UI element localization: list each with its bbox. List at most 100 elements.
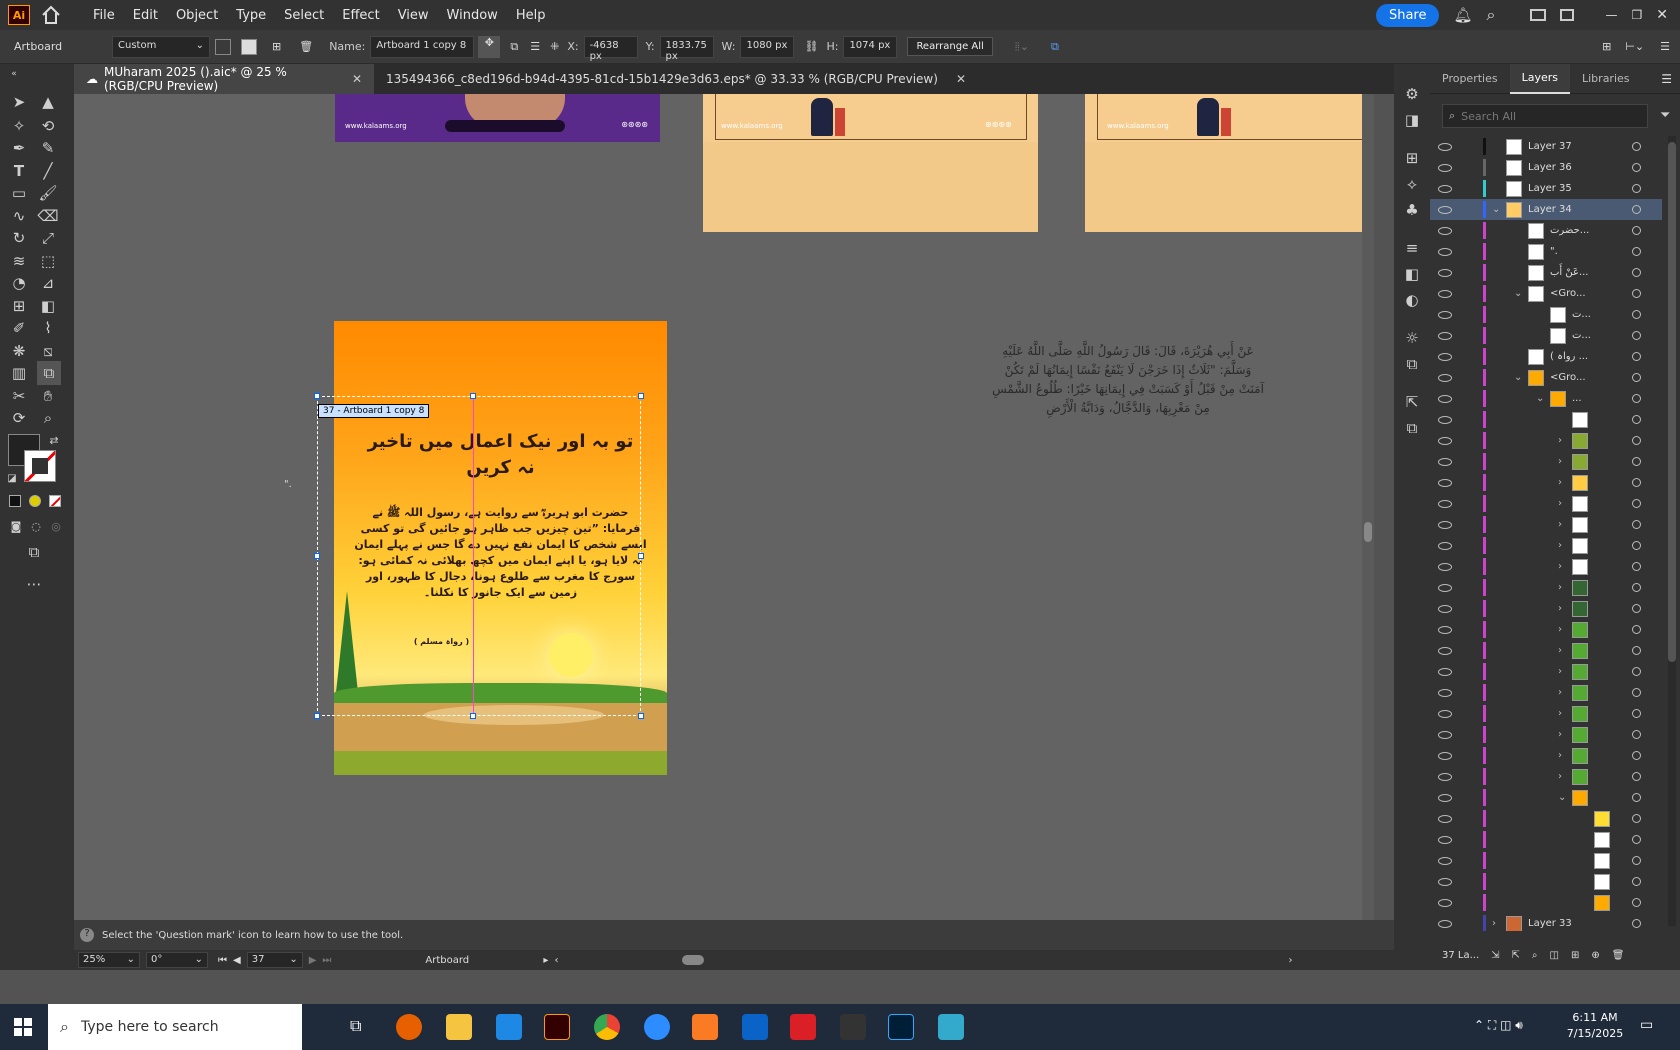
transparency-panel-icon[interactable]: ◐ [1402,290,1422,310]
vertical-scrollbar[interactable] [1362,94,1374,970]
link-icon[interactable]: ⛓ [804,40,818,53]
layer-row[interactable]: › [1430,535,1662,556]
direct-selection-tool-icon[interactable]: ▲ [38,92,58,112]
minimize-icon[interactable]: — [1606,8,1618,22]
clock[interactable]: 6:11 AM 7/15/2025 [1560,1010,1630,1042]
blend-icon[interactable]: ⌇ [38,318,58,338]
chevron-right-icon[interactable]: › [1558,603,1562,614]
next-artboard-icon[interactable]: ▶ [309,955,317,966]
chevron-right-icon[interactable]: › [1558,519,1562,530]
layer-row[interactable]: ⌄ Layer 34 [1430,199,1662,220]
handle-ml[interactable] [314,553,320,559]
chevron-right-icon[interactable]: › [1558,456,1562,467]
xampp-icon[interactable] [692,1014,718,1040]
stray-text[interactable]: ". [284,479,292,490]
tab-layers[interactable]: Layers [1509,63,1570,94]
x-field[interactable]: -4638 px [583,35,638,62]
tab-eps[interactable]: 135494366_c8ed196d-b94d-4395-81cd-15b142… [374,64,978,94]
target-circle-icon[interactable] [1632,415,1641,424]
home-icon[interactable] [40,4,62,26]
export-icon[interactable]: ⇱ [1512,950,1520,961]
clipping-mask-icon[interactable]: ◫ [1550,950,1559,961]
image-trace-icon[interactable]: ⊞ [1402,148,1422,168]
symbol-sprayer-icon[interactable]: ❋ [9,341,29,361]
target-circle-icon[interactable] [1632,541,1641,550]
type-tool-icon[interactable]: T [9,161,29,181]
chevron-right-icon[interactable]: › [1558,498,1562,509]
magic-wand-icon[interactable]: ✧ [9,116,29,136]
artboard-purple[interactable]: www.kalaams.org ⊛⊛⊛⊛ [335,94,660,142]
layer-row[interactable]: Layer 37 [1430,136,1662,157]
gradient-mode-icon[interactable] [29,495,41,507]
layers-search[interactable]: ⌕ Search All [1442,104,1648,128]
visibility-eye-icon[interactable] [1438,562,1452,571]
canvas[interactable]: www.kalaams.org ⊛⊛⊛⊛ www.kalaams.org ⊛⊛⊛… [74,94,1374,970]
visibility-eye-icon[interactable] [1438,163,1452,172]
chevron-right-icon[interactable]: › [1558,624,1562,635]
artboards-panel-icon[interactable]: ⧉ [1402,354,1422,374]
h-field[interactable]: 1074 px [843,35,898,58]
links-icon[interactable]: ⧉ [1402,418,1422,438]
arabic-hadith-text[interactable]: عَنْ أَبِي هُرَيْرَةَ، قَالَ: قَالَ رَسُ… [992,342,1264,418]
layer-row[interactable]: › [1430,661,1662,682]
visibility-eye-icon[interactable] [1438,331,1452,340]
visibility-eye-icon[interactable] [1438,751,1452,760]
taskbar-search[interactable]: ⌕ Type here to search [48,1004,302,1050]
chevron-right-icon[interactable]: › [1558,477,1562,488]
artboard-number-field[interactable]: 37 ⌄ [246,952,303,968]
visibility-eye-icon[interactable] [1438,709,1452,718]
chevron-down-icon[interactable]: ⌄ [1492,204,1500,215]
target-circle-icon[interactable] [1632,310,1641,319]
target-circle-icon[interactable] [1632,247,1641,256]
tab-muharam[interactable]: ☁ MUharam 2025 ().aic* @ 25 % (RGB/CPU P… [74,64,374,94]
menu-file[interactable]: File [84,8,124,23]
visibility-eye-icon[interactable] [1438,667,1452,676]
target-circle-icon[interactable] [1632,583,1641,592]
menu-help[interactable]: Help [507,8,555,23]
chevron-right-icon[interactable]: › [1558,666,1562,677]
layer-row[interactable]: ت... [1430,304,1662,325]
layer-row[interactable]: ⌄ <Gro... [1430,283,1662,304]
layer-row[interactable] [1430,829,1662,850]
none-mode-icon[interactable] [49,495,61,507]
target-circle-icon[interactable] [1632,478,1641,487]
target-circle-icon[interactable] [1632,499,1641,508]
visibility-eye-icon[interactable] [1438,730,1452,739]
target-circle-icon[interactable] [1632,394,1641,403]
vscode-icon[interactable] [496,1014,522,1040]
lasso-icon[interactable]: ⟲ [38,116,58,136]
move-artwork-icon[interactable]: ✥ [478,35,501,58]
chevron-right-icon[interactable]: › [1558,771,1562,782]
target-circle-icon[interactable] [1632,793,1641,802]
artboard-name-field[interactable]: Artboard 1 copy 8 [370,35,475,58]
target-circle-icon[interactable] [1632,163,1641,172]
target-circle-icon[interactable] [1632,268,1641,277]
appearance-icon[interactable]: ⚙ [1402,84,1422,104]
shape-builder-icon[interactable]: ◔ [9,273,29,293]
chevron-right-icon[interactable]: › [1558,561,1562,572]
color-guide-icon[interactable]: ☼ [1402,328,1422,348]
rotation-select[interactable]: 0° ⌄ [146,952,208,968]
chevron-down-icon[interactable]: ⌄ [1536,393,1544,404]
y-field[interactable]: 1833.75 px [659,35,714,62]
chevron-right-icon[interactable]: › [1558,645,1562,656]
scroll-left-icon[interactable]: ‹ [554,955,558,966]
visibility-eye-icon[interactable] [1438,142,1452,151]
layer-row[interactable]: › [1430,682,1662,703]
layer-row[interactable] [1430,850,1662,871]
handle-bm[interactable] [470,713,476,719]
slice-icon[interactable]: ⧅ [38,341,58,361]
search-icon[interactable]: ⌕ [1487,5,1496,25]
visibility-eye-icon[interactable] [1438,520,1452,529]
grid-icon[interactable]: ⁜ [550,40,559,53]
layers-scrollbar[interactable] [1668,136,1676,926]
prev-artboard-icon[interactable]: ◀ [233,955,241,966]
layer-row[interactable]: ( رواہ ... [1430,346,1662,367]
zoom-select[interactable]: 25% ⌄ [78,952,140,968]
stroke-icon[interactable]: ≡ [1402,238,1422,258]
visibility-eye-icon[interactable] [1438,373,1452,382]
close-icon[interactable]: ✕ [1656,7,1668,23]
layer-row[interactable] [1430,808,1662,829]
first-artboard-icon[interactable]: ⏮ [218,955,227,966]
selection-tool-icon[interactable]: ➤ [9,92,29,112]
